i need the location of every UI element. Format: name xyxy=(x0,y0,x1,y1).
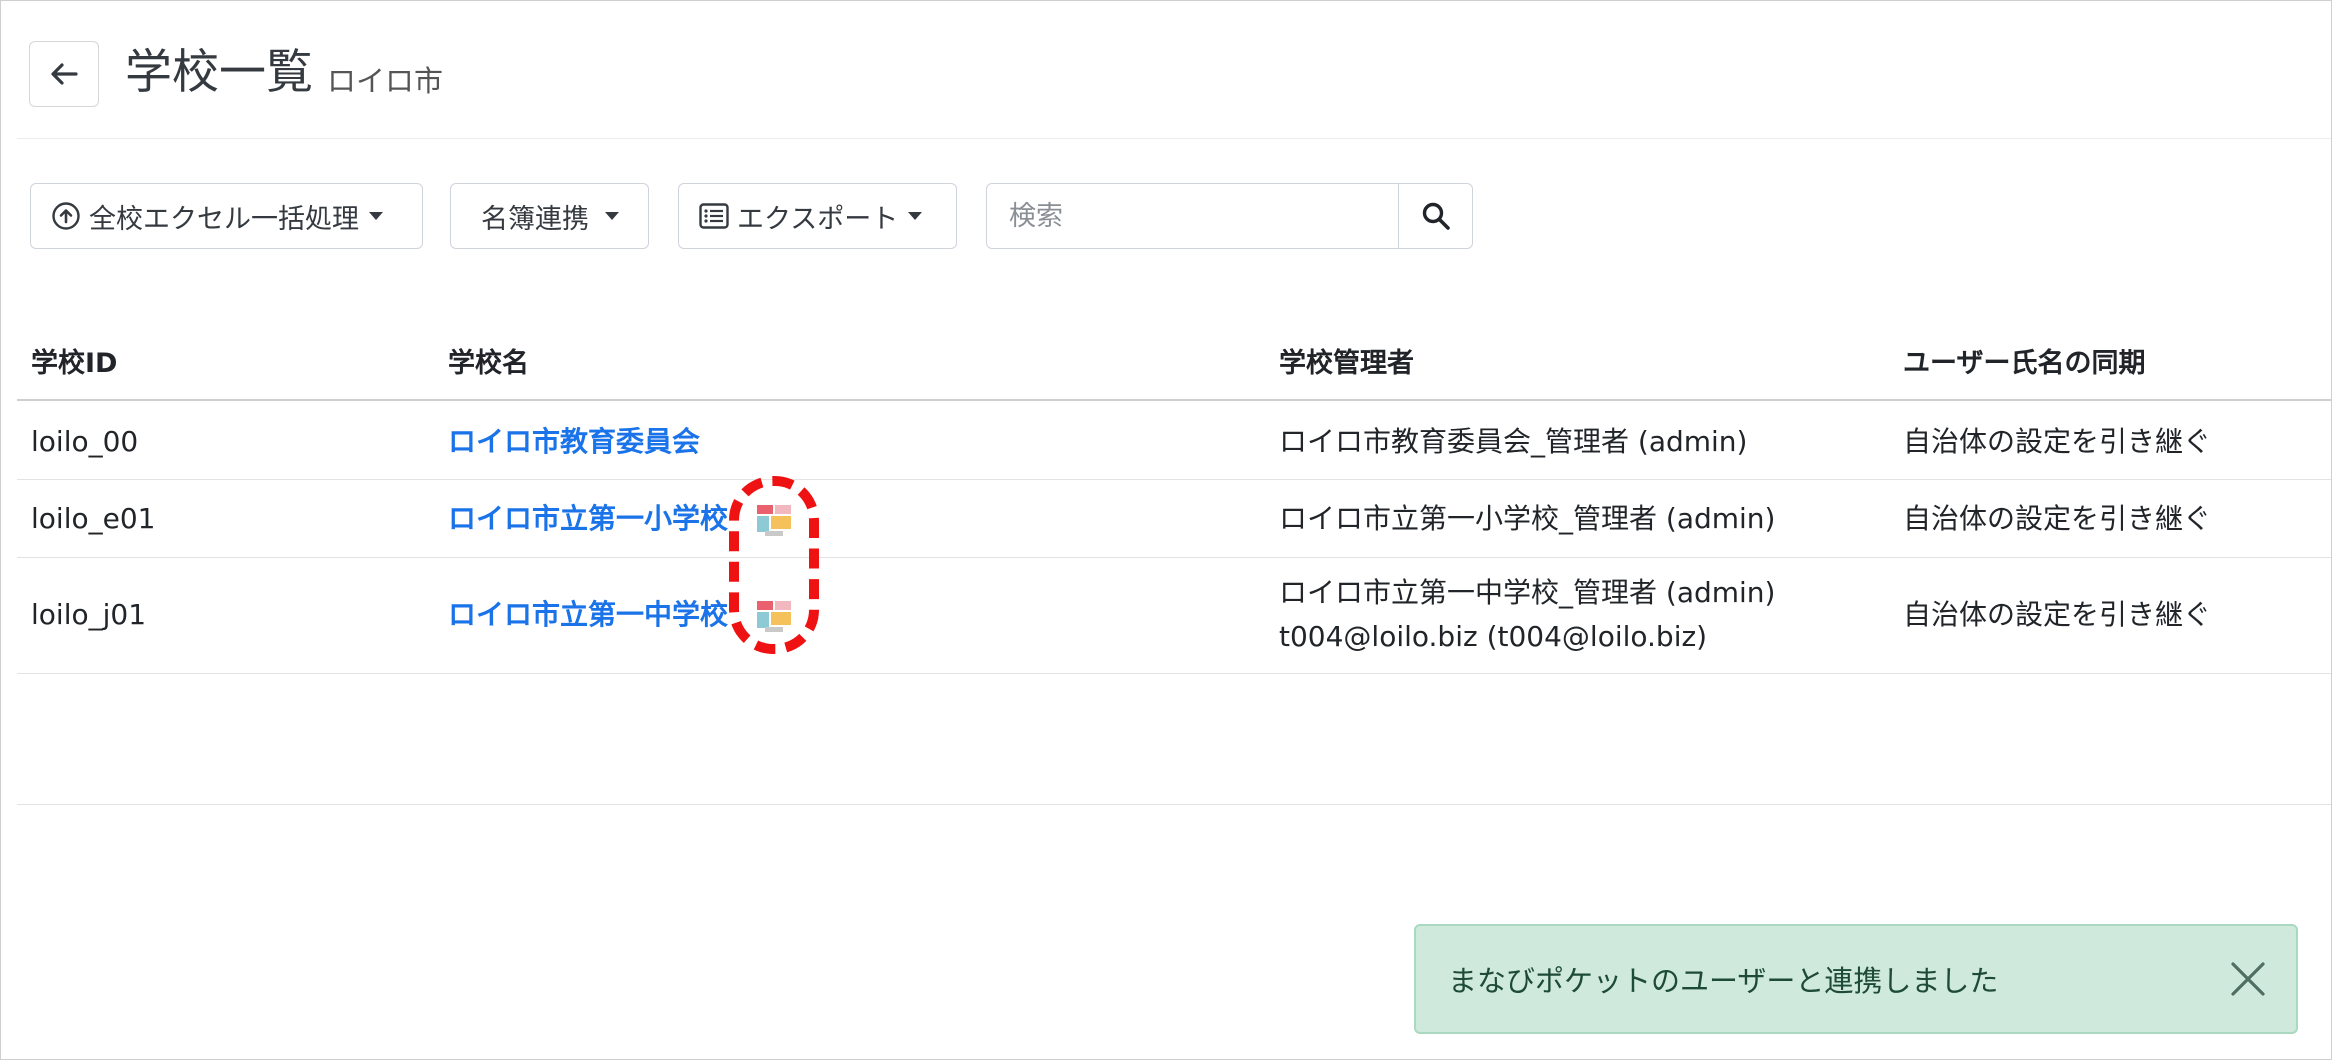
column-header-school-id: 学校ID xyxy=(31,348,118,379)
caret-down-icon xyxy=(369,212,383,220)
page-subtitle: ロイロ市 xyxy=(327,64,444,98)
row-divider xyxy=(17,673,2331,674)
column-header-school-name: 学校名 xyxy=(448,348,529,379)
close-icon xyxy=(2231,962,2265,996)
toast-close-button[interactable] xyxy=(2226,957,2270,1001)
row-3-school-admin-1: ロイロ市立第一中学校_管理者 (admin) xyxy=(1279,576,1776,609)
search-icon xyxy=(1422,202,1450,230)
annotation-highlight xyxy=(729,476,819,654)
success-toast: まなびポケットのユーザーと連携しました xyxy=(1414,924,2298,1034)
column-header-name-sync: ユーザー氏名の同期 xyxy=(1903,348,2146,379)
row-2-school-id: loilo_e01 xyxy=(31,502,156,535)
caret-down-icon xyxy=(605,212,619,220)
row-3-school-admin-2: t004@loilo.biz (t004@loilo.biz) xyxy=(1279,620,1708,653)
row-3-name-sync: 自治体の設定を引き継ぐ xyxy=(1903,598,2212,631)
row-2-name-sync: 自治体の設定を引き継ぐ xyxy=(1903,502,2212,535)
search-input[interactable] xyxy=(987,184,1398,248)
export-dropdown[interactable]: エクスポート xyxy=(678,183,957,249)
excel-bulk-dropdown[interactable]: 全校エクセル一括処理 xyxy=(30,183,423,249)
row-3-school-name-link[interactable]: ロイロ市立第一中学校 xyxy=(448,595,728,635)
excel-bulk-label: 全校エクセル一括処理 xyxy=(89,203,359,235)
divider xyxy=(17,138,2331,139)
toast-message: まなびポケットのユーザーと連携しました xyxy=(1448,964,1999,998)
back-button[interactable] xyxy=(29,41,99,107)
arrow-left-icon xyxy=(51,63,78,85)
row-1-school-admin: ロイロ市教育委員会_管理者 (admin) xyxy=(1279,425,1748,458)
export-label: エクスポート xyxy=(737,203,899,235)
row-3-school-id: loilo_j01 xyxy=(31,598,147,631)
search-group xyxy=(986,183,1473,249)
row-divider xyxy=(17,557,2331,558)
divider xyxy=(17,804,2331,805)
search-button[interactable] xyxy=(1398,184,1472,248)
list-icon xyxy=(699,203,729,229)
caret-down-icon xyxy=(908,212,923,220)
page-frame: 学校一覧 ロイロ市 全校エクセル一括処理 名簿連携 エクスポート 検索 学校ID… xyxy=(0,0,2332,1060)
roster-link-dropdown[interactable]: 名簿連携 xyxy=(450,183,649,249)
row-1-school-name-link[interactable]: ロイロ市教育委員会 xyxy=(448,422,700,462)
row-2-school-name-link[interactable]: ロイロ市立第一小学校 xyxy=(448,499,728,539)
row-2-school-admin: ロイロ市立第一小学校_管理者 (admin) xyxy=(1279,502,1776,535)
row-divider xyxy=(17,479,2331,480)
column-header-school-admin: 学校管理者 xyxy=(1279,348,1414,379)
table-header-divider xyxy=(17,399,2331,401)
row-1-school-id: loilo_00 xyxy=(31,425,139,458)
upload-circle-icon xyxy=(51,201,81,231)
row-1-name-sync: 自治体の設定を引き継ぐ xyxy=(1903,425,2212,458)
page-title: 学校一覧 xyxy=(125,45,313,100)
roster-link-label: 名簿連携 xyxy=(481,203,589,235)
